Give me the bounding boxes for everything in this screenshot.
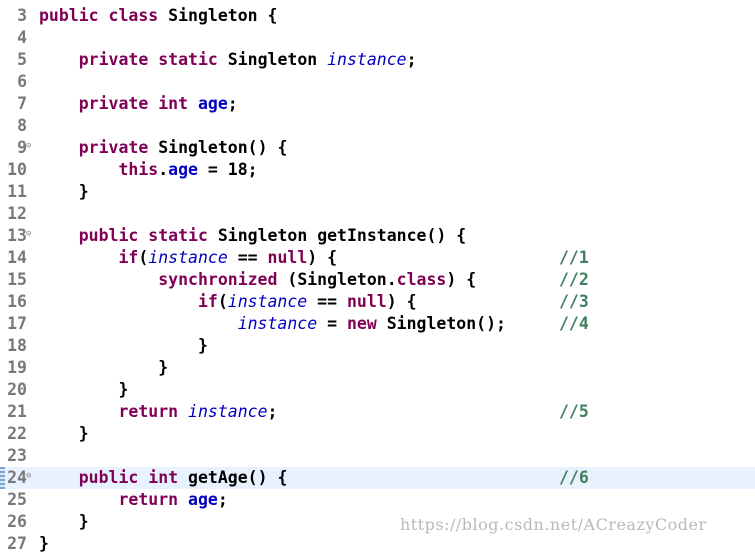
line-number: 23 [7, 446, 27, 465]
code-text: } [39, 358, 169, 377]
line-number: 11 [7, 182, 27, 201]
code-line[interactable]: 22 } [0, 423, 755, 445]
line-number: 15 [7, 270, 27, 289]
code-text: private int age; [78, 94, 238, 113]
code-comment: //2 [559, 270, 589, 289]
code-comment: //5 [559, 402, 589, 421]
code-comment: //1 [559, 248, 589, 267]
line-number: 7 [17, 94, 27, 113]
line-number: 4 [17, 28, 27, 47]
code-text: instance = new Singleton(); [237, 314, 506, 333]
code-line[interactable]: 14 if(instance == null) { //1 [0, 247, 755, 269]
code-text: } [39, 380, 129, 399]
code-text: return age; [118, 490, 228, 509]
code-text: synchronized (Singleton.class) { [158, 270, 477, 289]
code-text: } [39, 182, 89, 201]
line-number: 26 [7, 512, 27, 531]
code-text: private Singleton() { [78, 138, 288, 157]
line-number: 12 [7, 204, 27, 223]
line-number: 3 [17, 6, 27, 25]
line-number: 8 [17, 116, 27, 135]
code-line[interactable]: 10 this.age = 18; [0, 159, 755, 181]
code-comment: //6 [559, 468, 589, 487]
code-line[interactable]: 11 } [0, 181, 755, 203]
fold-collapse-icon[interactable]: ⊖ [26, 471, 31, 481]
code-line[interactable]: 19 } [0, 357, 755, 379]
code-comment: //3 [559, 292, 589, 311]
line-number: 25 [7, 490, 27, 509]
code-line[interactable]: 4 [0, 27, 755, 49]
code-text: public static Singleton getInstance() { [78, 226, 467, 245]
code-line[interactable]: 6 [0, 71, 755, 93]
line-number: 10 [7, 160, 27, 179]
code-text: } [39, 512, 89, 531]
fold-collapse-icon[interactable]: ⊖ [26, 229, 31, 239]
code-text: } [39, 336, 208, 355]
fold-collapse-icon[interactable]: ⊖ [26, 141, 31, 151]
code-line[interactable]: 15 synchronized (Singleton.class) { //2 [0, 269, 755, 291]
line-number: 27 [7, 534, 27, 553]
line-number: 19 [7, 358, 27, 377]
code-text: this.age = 18; [118, 160, 258, 179]
line-number: 14 [7, 248, 27, 267]
code-line[interactable]: 24 ⊖ public int getAge() {//6 [0, 467, 755, 489]
code-line[interactable]: 21 return instance; //5 [0, 401, 755, 423]
line-number: 18 [7, 336, 27, 355]
code-text: public class Singleton { [39, 6, 278, 25]
line-number: 6 [17, 72, 27, 91]
code-text: private static Singleton instance; [78, 50, 417, 69]
code-line[interactable]: 8 [0, 115, 755, 137]
code-line[interactable]: 9 ⊖ private Singleton() { [0, 137, 755, 159]
line-number: 22 [7, 424, 27, 443]
code-line[interactable]: 27} [0, 533, 755, 555]
code-line[interactable]: 18 } [0, 335, 755, 357]
code-line[interactable]: 12 [0, 203, 755, 225]
code-text: if(instance == null) { [118, 248, 338, 267]
code-text: return instance; [118, 402, 278, 421]
code-line[interactable]: 5 private static Singleton instance; [0, 49, 755, 71]
code-line[interactable]: 3 public class Singleton { [0, 5, 755, 27]
code-text: if(instance == null) { [197, 292, 417, 311]
line-number: 5 [17, 50, 27, 69]
current-line-marker [0, 467, 5, 489]
code-line[interactable]: 7 private int age; [0, 93, 755, 115]
watermark: https://blog.csdn.net/ACreazyCoder [400, 515, 707, 534]
code-text: } [39, 534, 49, 553]
code-line[interactable]: 23 [0, 445, 755, 467]
code-text: public int getAge() { [78, 468, 288, 487]
code-line[interactable]: 17 instance = new Singleton(); //4 [0, 313, 755, 335]
code-line[interactable]: 25 return age; [0, 489, 755, 511]
line-number: 9 [17, 138, 27, 157]
code-line[interactable]: 16 if(instance == null) { //3 [0, 291, 755, 313]
code-editor[interactable]: 3 public class Singleton { 4 5 private stat… [0, 0, 755, 553]
line-number: 17 [7, 314, 27, 333]
code-line[interactable]: 20 } [0, 379, 755, 401]
code-line[interactable]: 13 ⊖ public static Singleton getInstance(… [0, 225, 755, 247]
line-number: 21 [7, 402, 27, 421]
line-number: 13 [7, 226, 27, 245]
code-comment: //4 [559, 314, 589, 333]
code-text: } [39, 424, 89, 443]
line-number: 16 [7, 292, 27, 311]
line-number: 20 [7, 380, 27, 399]
